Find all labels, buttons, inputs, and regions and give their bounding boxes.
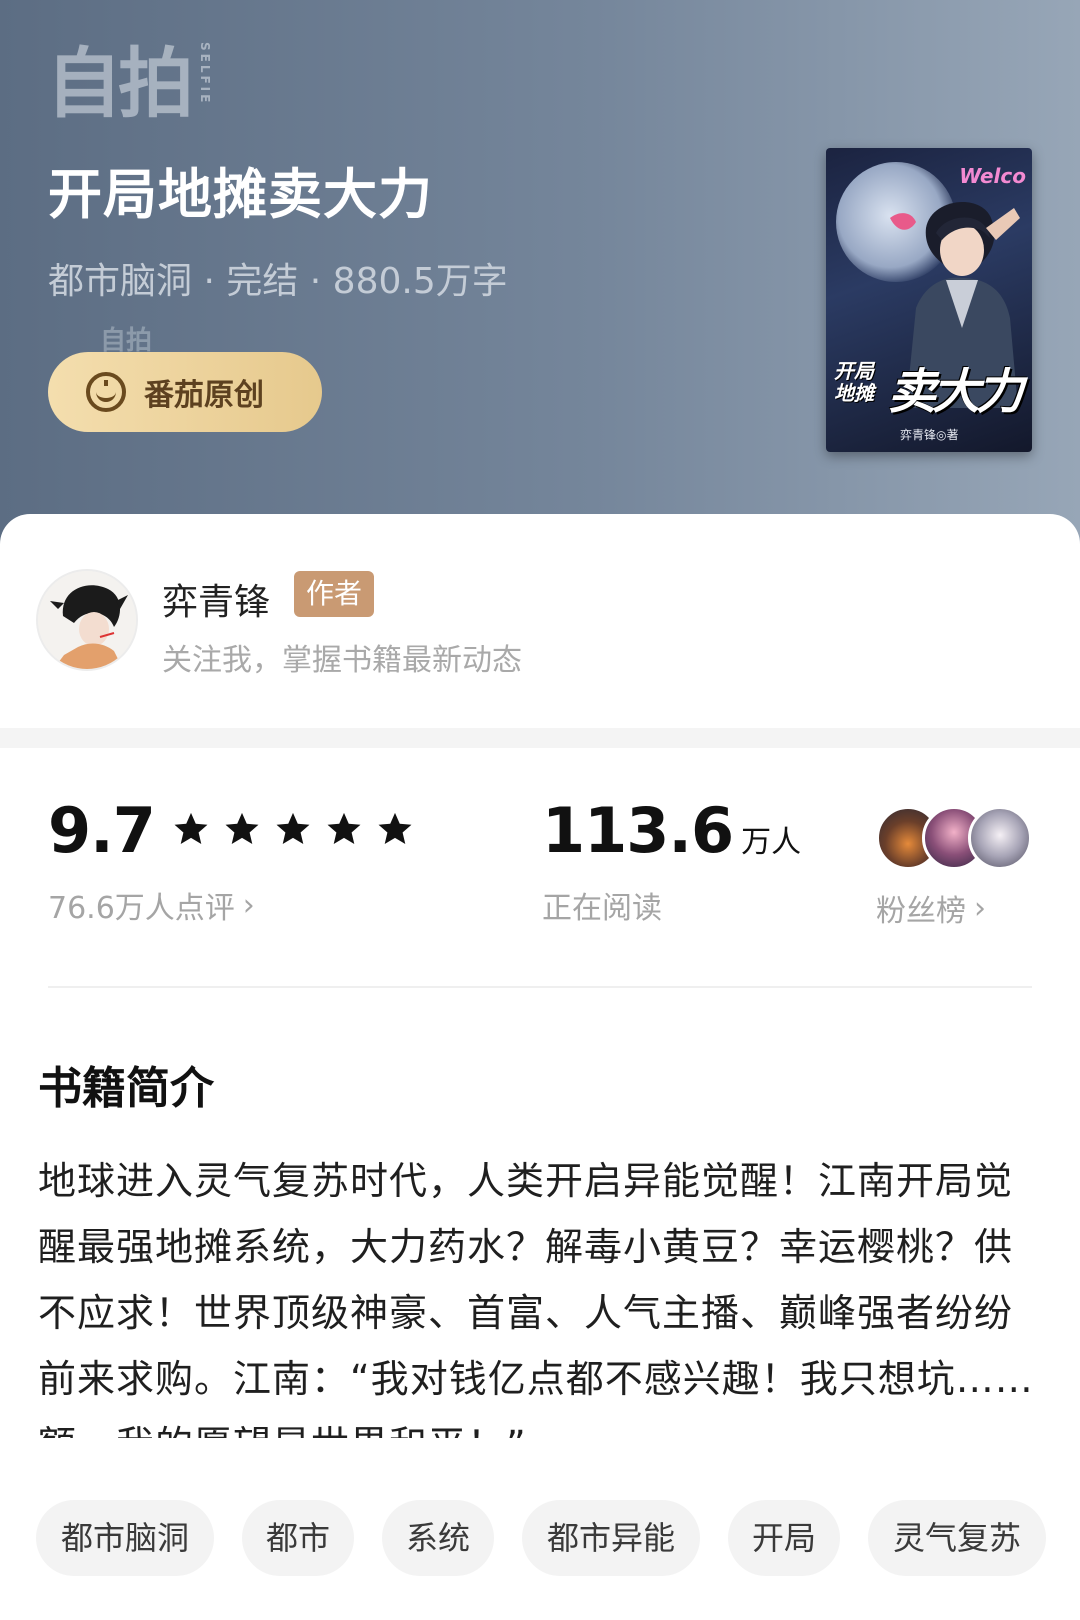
fans-ranking-link[interactable]: 粉丝榜 ›: [876, 886, 1036, 930]
cover-neon-sign: Welco: [959, 164, 1026, 188]
review-count-link[interactable]: 76.6万人点评 ›: [48, 883, 427, 927]
chevron-right-icon: ›: [242, 887, 255, 923]
star-icon: [378, 812, 412, 844]
fanqie-original-badge[interactable]: 番茄原创: [48, 352, 322, 432]
tag-chip[interactable]: 系统: [382, 1500, 494, 1576]
rating-stat[interactable]: 9.7 76.6万人点评 ›: [48, 794, 427, 927]
tag-chip[interactable]: 灵气复苏: [868, 1500, 1046, 1576]
book-header: 自拍 SELFIE 开局地摊卖大力 都市脑洞 · 完结 · 880.5万字 自拍…: [0, 0, 1080, 560]
selfie-logo: 自拍 SELFIE: [46, 38, 212, 130]
cover-title-small: 开局 地摊: [834, 359, 874, 405]
author-avatar-illustration: [38, 571, 136, 669]
star-icon: [276, 812, 310, 844]
star-icon: [327, 812, 361, 844]
tag-chip[interactable]: 都市: [242, 1500, 354, 1576]
intro-text[interactable]: 地球进入灵气复苏时代，人类开启异能觉醒！江南开局觉醒最强地摊系统，大力药水？解毒…: [38, 1148, 1048, 1438]
section-divider: [0, 728, 1080, 748]
author-row[interactable]: 弈青锋 作者 关注我，掌握书籍最新动态: [36, 569, 1036, 679]
fan-avatars: [876, 806, 1036, 870]
readers-unit: 万人: [741, 825, 802, 860]
author-name: 弈青锋: [162, 582, 271, 623]
intro-heading: 书籍简介: [38, 1063, 214, 1114]
book-cover[interactable]: Welco 开局 地摊 卖大力 弈青锋◎著: [826, 148, 1032, 452]
readers-stat: 113.6 万人 正在阅读: [542, 794, 801, 927]
logo-subtext: SELFIE: [198, 42, 212, 106]
divider-line: [48, 986, 1032, 988]
fans-label: 粉丝榜: [876, 894, 966, 929]
author-follow-hint: 关注我，掌握书籍最新动态: [162, 643, 522, 678]
tag-chip[interactable]: 都市脑洞: [36, 1500, 214, 1576]
star-icon: [174, 812, 208, 844]
chevron-right-icon: ›: [974, 890, 986, 926]
readers-count: 113.6: [542, 794, 734, 867]
tag-chip[interactable]: 都市异能: [522, 1500, 700, 1576]
cover-author: 弈青锋◎著: [900, 428, 959, 442]
author-avatar[interactable]: [36, 569, 138, 671]
detail-sheet: 弈青锋 作者 关注我，掌握书籍最新动态 9.7 76.6万人点评 › 113.6…: [0, 514, 1080, 1620]
rating-score: 9.7: [48, 794, 156, 867]
star-rating: [172, 810, 427, 852]
book-meta: 都市脑洞 · 完结 · 880.5万字: [48, 261, 508, 302]
fan-avatar: [968, 806, 1032, 870]
fan-ranking[interactable]: 粉丝榜 ›: [876, 806, 1036, 930]
tag-chip[interactable]: 开局: [728, 1500, 840, 1576]
book-title: 开局地摊卖大力: [48, 163, 433, 226]
readers-label: 正在阅读: [542, 891, 662, 926]
star-icon: [225, 812, 259, 844]
author-tag: 作者: [294, 571, 375, 617]
logo-text: 自拍: [46, 39, 194, 128]
tomato-icon: [86, 372, 126, 412]
review-count: 76.6万人点评: [48, 891, 235, 926]
cover-title-big: 卖大力: [888, 364, 1024, 420]
tag-list: 都市脑洞 都市 系统 都市异能 开局 灵气复苏: [36, 1500, 1056, 1576]
badge-label: 番茄原创: [144, 378, 264, 413]
